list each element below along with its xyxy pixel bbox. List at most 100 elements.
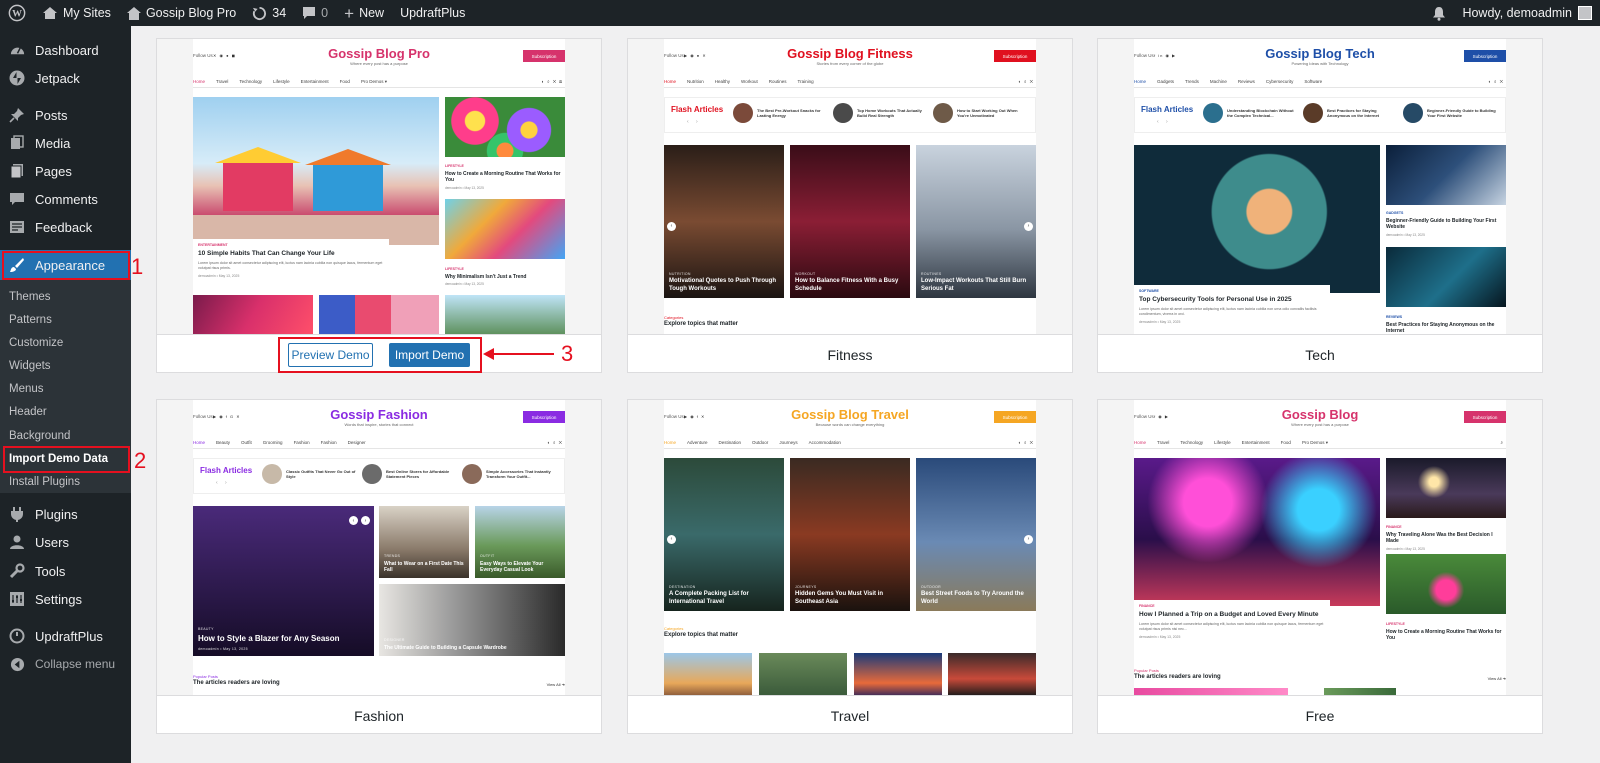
nav-item: Outdoor (752, 440, 769, 445)
submenu-menus[interactable]: Menus (9, 379, 44, 399)
menu-label: Appearance (35, 257, 106, 273)
site-name-menu[interactable]: Gossip Blog Pro (119, 0, 244, 26)
subscription-button: Subscription (1464, 411, 1506, 423)
side-image-colorful (445, 199, 565, 259)
bottom-image (319, 295, 439, 334)
demo-preview-image: Follow Us ▶ ◉ f ✕ Gossip Blog Travel Bec… (628, 400, 1072, 696)
submenu-import-demo-data[interactable]: Import Demo Data (9, 449, 108, 469)
menu-media[interactable]: Media (0, 129, 131, 157)
site-name-label: Gossip Blog Pro (145, 6, 237, 20)
menu-label: UpdraftPlus (35, 628, 103, 644)
view-all-link: View All ➜ (1487, 676, 1506, 681)
flash-item: Best Practices for Staying Anonymous on … (1303, 103, 1398, 123)
notification-bell-icon[interactable] (1424, 0, 1454, 26)
menu-tools[interactable]: Tools (0, 557, 131, 585)
menu-feedback[interactable]: Feedback (0, 213, 131, 241)
menu-updraftplus[interactable]: UpdraftPlus (0, 622, 131, 650)
post-title: Why Traveling Alone Was the Best Decisio… (1386, 531, 1493, 545)
updraftplus-menu[interactable]: UpdraftPlus (392, 0, 473, 26)
side-post: FINANCE Why Traveling Alone Was the Best… (1386, 525, 1506, 551)
submenu-header[interactable]: Header (9, 402, 47, 422)
pin-icon (7, 105, 27, 125)
flash-articles: Flash Articles ‹ › The Best Pre-Workout … (664, 97, 1036, 133)
section-title: Explore topics that matter (664, 321, 739, 327)
section-label: Categories (664, 626, 684, 631)
menu-posts[interactable]: Posts (0, 101, 131, 129)
post-category: LIFESTYLE (445, 164, 464, 168)
new-content-menu[interactable]: + New (336, 0, 392, 26)
my-sites-menu[interactable]: My Sites (34, 0, 119, 26)
site-tagline: Powering Ideas with Technology (1291, 61, 1349, 66)
nav-tool-icons: ◐⌕✕⊠ (541, 79, 565, 84)
post-meta: demoadmin • May 13, 2025 (445, 185, 484, 190)
site-nav: Home Beauty Outfit Grooming Fashion Fash… (193, 437, 565, 449)
nav-item: Technology (239, 79, 263, 84)
comments-menu[interactable]: 0 (294, 0, 336, 26)
side-image-party (1386, 458, 1506, 518)
brush-icon (7, 255, 27, 275)
menu-comments[interactable]: Comments (0, 185, 131, 213)
home-icon (126, 6, 141, 20)
submenu-patterns[interactable]: Patterns (9, 310, 52, 330)
wordpress-logo-icon[interactable]: W (0, 0, 34, 26)
submenu-customize[interactable]: Customize (9, 333, 63, 353)
nav-item: Adventure (687, 440, 708, 445)
submenu-install-plugins[interactable]: Install Plugins (9, 472, 80, 492)
collapse-menu-button[interactable]: Collapse menu (0, 650, 131, 678)
comment-bubble-icon (302, 6, 316, 20)
preview-demo-button[interactable]: Preview Demo (288, 343, 373, 367)
updates-menu[interactable]: 34 (244, 0, 294, 26)
menu-dashboard[interactable]: Dashboard (0, 36, 131, 64)
flash-articles: Flash Articles ‹ › Classic Outfits That … (193, 458, 565, 494)
nav-item: Home (1134, 79, 1147, 84)
flash-item: Top Home Workouts That Actually Build Re… (833, 103, 928, 123)
updraft-icon (7, 626, 27, 646)
demo-card-footer: Fitness (827, 346, 873, 363)
flash-item: How to Start Working Out When You're Unm… (933, 103, 1028, 123)
home-network-icon (42, 6, 58, 20)
submenu-background[interactable]: Background (9, 426, 70, 446)
pages-icon (7, 161, 27, 181)
updates-icon (252, 6, 267, 21)
demo-preview-image: Follow Us f in ◉ ▶ Gossip Blog Tech Powe… (1098, 39, 1542, 335)
post-meta: demoadmin • May 13, 2025 (1139, 635, 1181, 640)
menu-users[interactable]: Users (0, 528, 131, 556)
post-title: Best Practices for Staying Anonymous on … (1386, 321, 1495, 335)
nav-item: Home (664, 79, 677, 84)
site-title: Gossip Blog Fitness (787, 46, 913, 61)
post-title: Why Minimalism Isn't Just a Trend (445, 273, 527, 280)
nav-item: Beauty (216, 440, 231, 445)
side-post: LIFESTYLE How to Create a Morning Routin… (1386, 622, 1506, 642)
hero-image (1134, 458, 1380, 606)
nav-tool-icons: ◐⌕✕ (547, 440, 565, 445)
submenu-widgets[interactable]: Widgets (9, 356, 51, 376)
subscription-button: Subscription (523, 411, 565, 423)
menu-label: Posts (35, 107, 68, 123)
dashboard-icon (7, 40, 27, 60)
demo-card-pro: Follow Us ✕ ◉ ● ◼ Gossip Blog Pro Where … (156, 38, 602, 373)
menu-appearance[interactable]: Appearance (0, 250, 131, 280)
account-menu[interactable]: Howdy, demoadmin (1454, 0, 1600, 26)
import-demo-button[interactable]: Import Demo (389, 343, 470, 367)
menu-plugins[interactable]: Plugins (0, 500, 131, 528)
popular-image (1134, 688, 1288, 695)
post-title: How to Create a Morning Routine That Wor… (445, 170, 561, 184)
post-category: ENTERTAINMENT (198, 243, 228, 247)
subscription-button: Subscription (1464, 50, 1506, 62)
flash-title: Flash Articles (671, 105, 724, 114)
menu-jetpack[interactable]: Jetpack (0, 64, 131, 92)
hero-image (193, 97, 439, 245)
avatar (1578, 6, 1592, 20)
side-post: LIFESTYLE Why Minimalism Isn't Just a Tr… (445, 267, 565, 286)
tile-image: ‹ NUTRITION Motivational Quotes to Push T… (664, 145, 784, 298)
bottom-image (445, 295, 565, 334)
jetpack-icon (7, 68, 27, 88)
menu-label: Dashboard (35, 42, 99, 58)
submenu-themes[interactable]: Themes (9, 287, 51, 307)
menu-settings[interactable]: Settings (0, 585, 131, 613)
demo-card-free: Follow Us f ◉ ▶ Gossip Blog Where every … (1097, 399, 1543, 734)
menu-pages[interactable]: Pages (0, 157, 131, 185)
post-category: REVIEWS (1386, 315, 1403, 319)
demo-card-footer: Free (1305, 707, 1335, 724)
side-post: GADGETS Beginner-Friendly Guide to Build… (1386, 211, 1506, 237)
